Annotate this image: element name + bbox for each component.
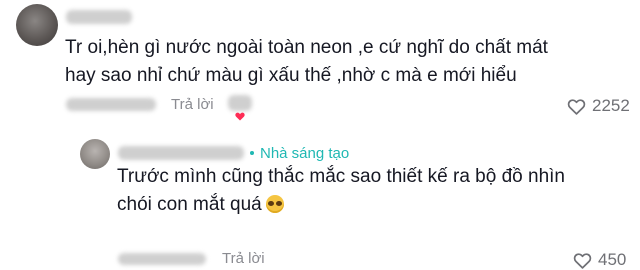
reply-text-line-1: Trước mình cũng thắc mắc sao thiết kế ra… <box>117 166 565 187</box>
comment-like-count: 2252 <box>592 96 630 115</box>
reply-timestamp-blurred <box>118 253 206 265</box>
comment-text-line-2: hay sao nhỉ chứ màu gì xấu thế ,nhờ c mà… <box>65 65 517 86</box>
creator-badge-dot <box>250 151 254 155</box>
reply-reply-button[interactable]: Trả lời <box>222 250 265 267</box>
commenter-name-blurred[interactable] <box>66 10 132 24</box>
creator-badge: Nhà sáng tạo <box>260 145 350 162</box>
heart-outline-icon <box>573 252 592 269</box>
commenter-avatar[interactable] <box>16 4 58 46</box>
red-heart-icon <box>235 112 245 121</box>
reply-like-button[interactable]: 450 <box>573 250 626 270</box>
creator-avatar-mini-blurred <box>228 95 252 111</box>
comment-like-button[interactable]: 2252 <box>567 96 630 116</box>
heart-outline-icon <box>567 98 586 115</box>
reply-text-line-2: chói con mắt quá <box>117 191 284 218</box>
comment-timestamp-blurred <box>66 98 156 111</box>
reply-text-line-2-content: chói con mắt quá <box>117 194 262 215</box>
reply-like-count: 450 <box>598 250 627 269</box>
comment-reply-button[interactable]: Trả lời <box>171 96 214 113</box>
reply-avatar[interactable] <box>80 139 110 169</box>
comment-text-line-1: Tr oi,hèn gì nước ngoài toàn neon ,e cứ … <box>65 37 548 58</box>
grimacing-emoji-icon <box>265 195 284 213</box>
reply-author-name-blurred[interactable] <box>118 146 244 160</box>
